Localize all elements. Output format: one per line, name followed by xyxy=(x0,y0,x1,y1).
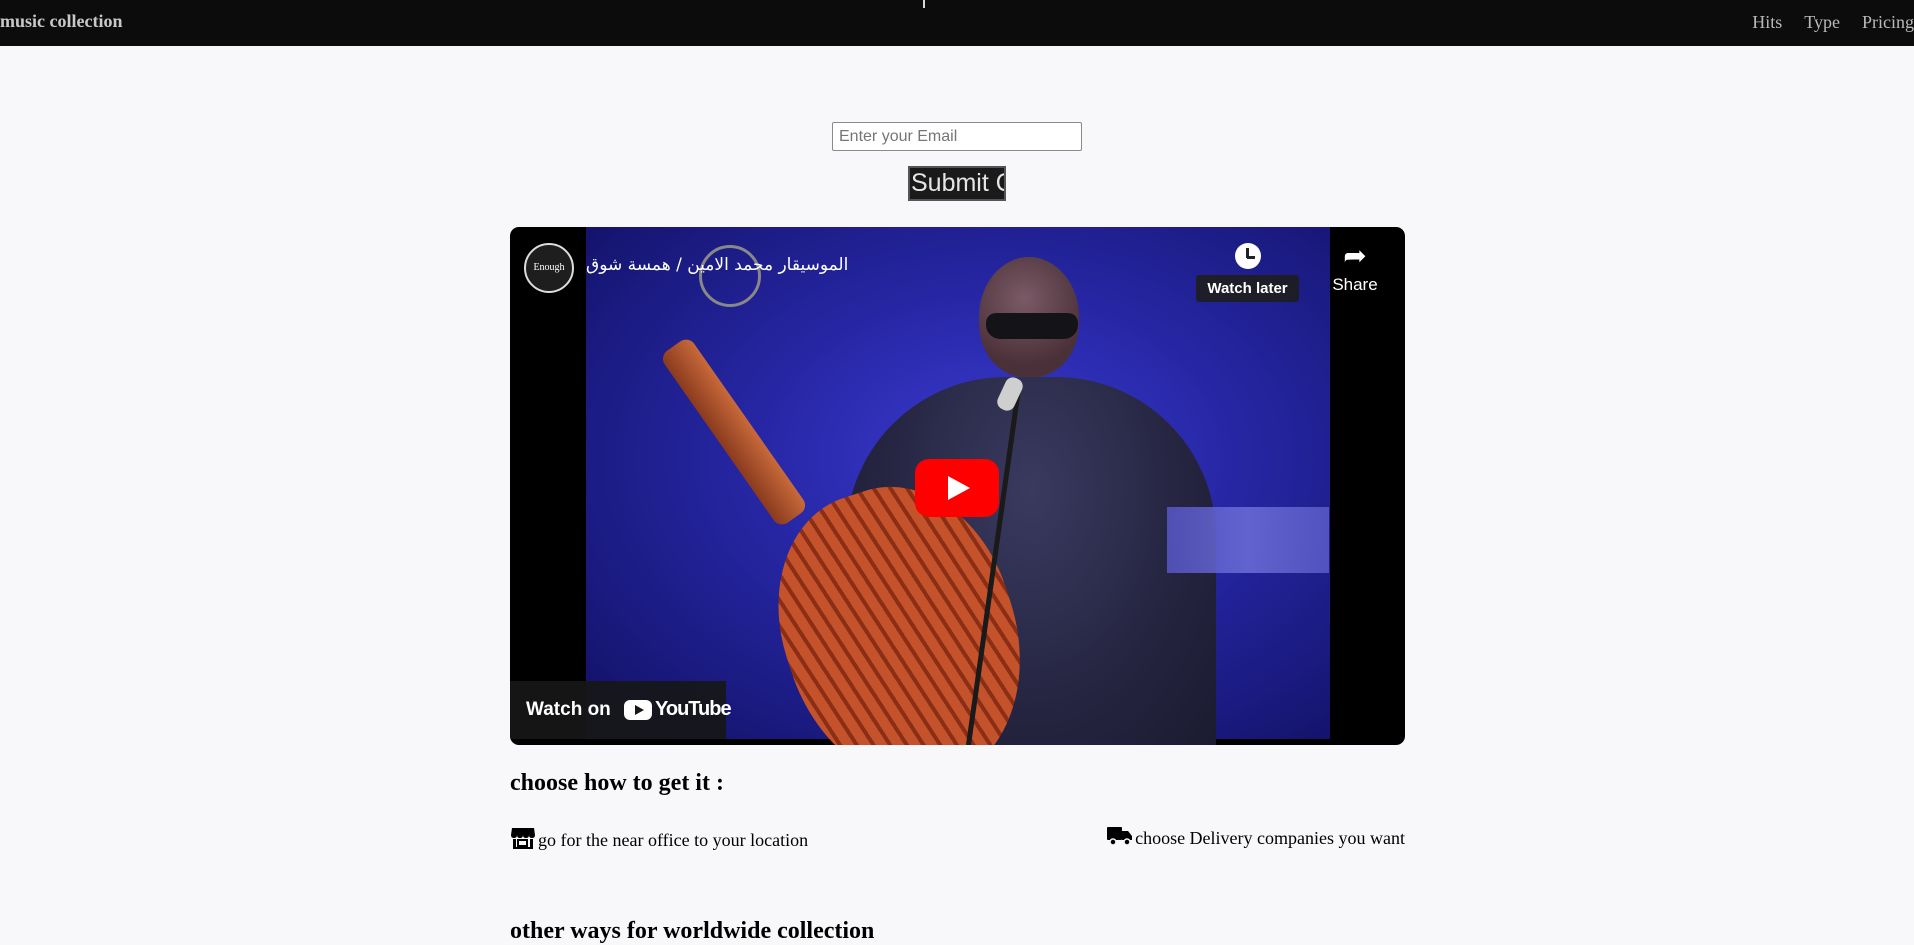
watch-on-youtube-link[interactable]: Watch on YouTube xyxy=(510,681,732,739)
truck-icon xyxy=(1107,826,1133,851)
nav-link-pricing[interactable]: Pricing xyxy=(1862,12,1914,33)
nav-link-hits[interactable]: Hits xyxy=(1752,12,1782,33)
site-brand[interactable]: music collection xyxy=(0,11,122,32)
youtube-wordmark: YouTube xyxy=(655,698,732,720)
oud-neck xyxy=(659,335,809,529)
share-label: Share xyxy=(1332,275,1378,294)
email-input[interactable] xyxy=(832,122,1082,151)
play-icon[interactable] xyxy=(915,459,999,517)
blurred-region xyxy=(1167,507,1329,573)
video-title[interactable]: الموسيقار محمد الامين / همسة شوق xyxy=(586,255,848,275)
store-icon xyxy=(510,826,536,855)
option-office-label: go for the near office to your location xyxy=(538,830,809,850)
youtube-video-embed[interactable]: Enough الموسيقار محمد الامين / همسة شوق … xyxy=(510,227,1405,745)
option-delivery-company: choose Delivery companies you want xyxy=(1107,826,1405,851)
watch-later-label: Watch later xyxy=(1196,275,1299,302)
youtube-logo-icon: YouTube xyxy=(624,698,732,721)
submit-button[interactable]: Submit Q xyxy=(908,166,1006,201)
sunglasses xyxy=(986,313,1078,339)
option-delivery-label: choose Delivery companies you want xyxy=(1135,828,1405,848)
youtube-play-mark-icon xyxy=(624,699,652,720)
delivery-heading: choose how to get it : xyxy=(510,770,724,796)
navbar: music collection Hits Type Pricing xyxy=(0,0,1914,46)
share-button[interactable]: ➦ Share xyxy=(1320,241,1390,311)
clock-icon xyxy=(1234,243,1261,269)
option-office-pickup: go for the near office to your location xyxy=(510,826,808,855)
share-arrow-icon: ➦ xyxy=(1343,240,1367,271)
text-cursor xyxy=(923,0,925,8)
watch-later-button[interactable]: Watch later xyxy=(1195,239,1300,311)
watch-on-label: Watch on xyxy=(526,699,611,720)
nav-links: Hits Type Pricing xyxy=(1752,12,1914,33)
channel-avatar[interactable]: Enough xyxy=(524,243,574,293)
nav-link-type[interactable]: Type xyxy=(1804,12,1840,33)
worldwide-collection-heading: other ways for worldwide collection xyxy=(510,918,875,944)
